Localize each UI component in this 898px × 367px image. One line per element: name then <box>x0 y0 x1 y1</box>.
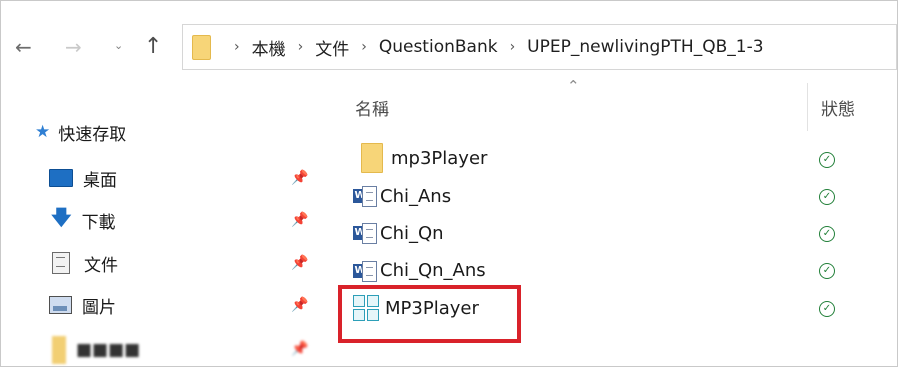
pin-icon[interactable]: 📌 <box>291 212 308 228</box>
file-name: Chi_Qn_Ans <box>380 260 486 281</box>
sidebar-item-pictures[interactable]: 圖片 <box>35 290 116 320</box>
sidebar-quick-access[interactable]: ★ 快速存取 <box>35 117 126 147</box>
file-row-mp3player-folder[interactable]: mp3Player <box>353 141 487 175</box>
pin-icon[interactable]: 📌 <box>291 255 308 271</box>
breadcrumb-separator-icon[interactable]: › <box>361 39 367 55</box>
breadcrumb-current-folder[interactable]: UPEP_newlivingPTH_QB_1-3 <box>527 37 763 57</box>
sidebar-item-downloads[interactable]: 🡇 下載 <box>35 205 116 235</box>
file-row-chi-qn-ans[interactable]: W Chi_Qn_Ans <box>353 254 486 288</box>
pictures-icon <box>49 296 72 314</box>
folder-icon <box>361 143 383 173</box>
pin-icon[interactable]: 📌 <box>291 341 308 357</box>
sidebar-item-label: 下載 <box>81 212 116 233</box>
folder-icon <box>192 34 211 60</box>
sidebar-item-label: 文件 <box>84 255 118 276</box>
file-row-chi-qn[interactable]: W Chi_Qn <box>353 216 444 250</box>
pin-icon[interactable]: 📌 <box>291 297 308 313</box>
download-icon: 🡇 <box>51 205 72 229</box>
sidebar-item-label: 圖片 <box>82 297 116 318</box>
file-row-chi-ans[interactable]: W Chi_Ans <box>353 179 451 213</box>
breadcrumb-documents[interactable]: 文件 <box>315 35 349 60</box>
address-bar[interactable]: › 本機 › 文件 › QuestionBank › UPEP_newlivin… <box>182 24 897 70</box>
breadcrumb-separator-icon[interactable]: › <box>298 39 304 55</box>
breadcrumb-questionbank[interactable]: QuestionBank <box>379 37 498 57</box>
file-explorer-window: ← → ⌄ ↑ › 本機 › 文件 › QuestionBank › UPEP_… <box>0 0 898 367</box>
word-document-icon: W <box>353 260 377 282</box>
star-icon: ★ <box>35 122 51 142</box>
navigation-pane: ★ 快速存取 桌面 📌 🡇 下載 📌 文件 📌 圖片 📌 ■■■■ 📌 <box>1 101 323 366</box>
highlight-box <box>338 285 521 343</box>
file-name: Chi_Ans <box>380 185 452 207</box>
breadcrumb-this-pc[interactable]: 本機 <box>252 35 286 60</box>
column-header-status[interactable]: 狀態 <box>821 95 855 120</box>
up-arrow-icon[interactable]: ↑ <box>144 27 162 67</box>
file-name: mp3Player <box>391 147 488 169</box>
sync-ok-check-icon: ✓ <box>819 301 835 317</box>
breadcrumb-separator-icon[interactable]: › <box>510 39 516 55</box>
pin-icon[interactable]: 📌 <box>291 170 308 186</box>
word-document-icon: W <box>353 185 377 207</box>
sync-ok-check-icon: ✓ <box>819 189 835 205</box>
sidebar-item-folder[interactable]: ■■■■ <box>35 335 140 365</box>
sort-ascending-icon: ⌃ <box>567 77 580 95</box>
sidebar-item-label: 快速存取 <box>58 124 127 145</box>
sidebar-item-label: 桌面 <box>83 170 117 191</box>
recent-locations-chevron-icon[interactable]: ⌄ <box>114 36 123 56</box>
word-document-icon: W <box>353 222 377 244</box>
sync-ok-check-icon: ✓ <box>819 263 835 279</box>
desktop-icon <box>49 169 73 187</box>
back-arrow-icon[interactable]: ← <box>15 27 32 67</box>
folder-icon <box>52 336 66 364</box>
sync-ok-check-icon: ✓ <box>819 226 835 242</box>
column-header-name[interactable]: 名稱 <box>355 95 389 120</box>
sync-ok-check-icon: ✓ <box>819 152 835 168</box>
sidebar-item-documents[interactable]: 文件 <box>35 248 118 278</box>
sidebar-item-label: ■■■■ <box>76 340 141 360</box>
documents-icon <box>52 252 70 274</box>
file-name: Chi_Qn <box>380 222 444 244</box>
column-divider[interactable] <box>807 83 808 131</box>
sidebar-item-desktop[interactable]: 桌面 <box>35 163 117 193</box>
forward-arrow-icon[interactable]: → <box>65 27 82 67</box>
breadcrumb-separator-icon[interactable]: › <box>234 39 240 55</box>
